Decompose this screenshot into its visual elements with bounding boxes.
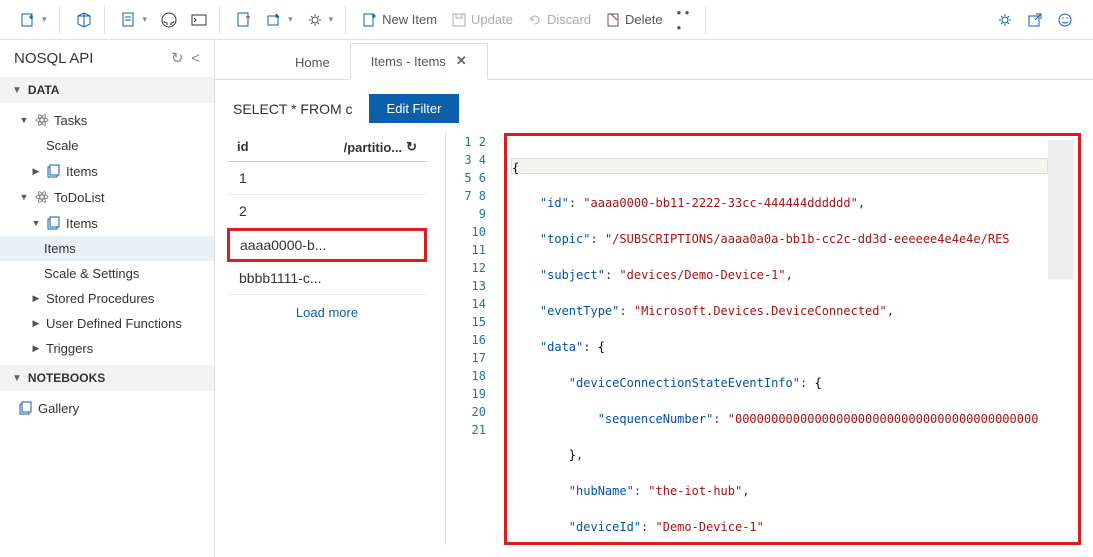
section-notebooks[interactable]: ▼ NOTEBOOKS bbox=[0, 365, 214, 391]
query-row: SELECT * FROM c Edit Filter bbox=[215, 80, 1093, 133]
container-icon bbox=[34, 189, 50, 205]
col-partition-header[interactable]: /partitio... bbox=[327, 139, 417, 155]
new-item-label: New Item bbox=[382, 12, 437, 27]
refresh-icon[interactable] bbox=[169, 50, 185, 66]
item-row-2[interactable]: 2 bbox=[227, 195, 427, 228]
cube-button[interactable] bbox=[70, 8, 98, 32]
sql-script-icon bbox=[121, 12, 137, 28]
chevron-down-icon: ▾ bbox=[329, 14, 334, 25]
col-id-header[interactable]: id bbox=[237, 139, 327, 155]
update-label: Update bbox=[471, 12, 513, 27]
database-plus-icon bbox=[20, 12, 36, 28]
delete-icon bbox=[605, 12, 621, 28]
terminal-button[interactable] bbox=[185, 8, 213, 32]
github-icon bbox=[161, 12, 177, 28]
gear-icon bbox=[997, 12, 1013, 28]
query-text: SELECT * FROM c bbox=[233, 101, 353, 117]
sidebar: NOSQL API < ▼ DATA Tasks Scale bbox=[0, 40, 215, 557]
tree-item-gallery[interactable]: Gallery bbox=[0, 395, 214, 421]
external-link-icon bbox=[1027, 12, 1043, 28]
refresh-icon[interactable] bbox=[406, 139, 417, 155]
delete-button[interactable]: Delete bbox=[599, 8, 669, 32]
settings-gear-button[interactable]: ▾ bbox=[301, 8, 340, 32]
export-icon bbox=[266, 12, 282, 28]
api-title: NOSQL API bbox=[14, 50, 93, 67]
gallery-icon bbox=[18, 400, 34, 416]
container-icon bbox=[34, 112, 50, 128]
tree-item-scale-settings[interactable]: Scale & Settings bbox=[0, 261, 214, 286]
tree-item-triggers[interactable]: Triggers bbox=[0, 336, 214, 361]
sidebar-header: NOSQL API < bbox=[0, 40, 214, 77]
chevron-down-icon: ▾ bbox=[288, 14, 293, 25]
json-editor[interactable]: { "id": "aaaa0000-bb11-2222-33cc-444444d… bbox=[504, 133, 1081, 545]
discard-label: Discard bbox=[547, 12, 591, 27]
caret-icon bbox=[18, 192, 30, 203]
chevron-down-icon: ▼ bbox=[12, 373, 22, 384]
top-toolbar: ▾ ▾ bbox=[0, 0, 1093, 40]
undo-icon bbox=[527, 12, 543, 28]
tree-item-scale[interactable]: Scale bbox=[0, 133, 214, 158]
item-row-3[interactable]: aaaa0000-b... bbox=[227, 228, 427, 262]
tab-home[interactable]: Home bbox=[275, 46, 350, 79]
section-data[interactable]: ▼ DATA bbox=[0, 77, 214, 103]
gear-plus-icon bbox=[307, 12, 323, 28]
collection-icon bbox=[46, 163, 62, 179]
chevron-down-icon: ▼ bbox=[12, 85, 22, 96]
chevron-down-icon: ▾ bbox=[143, 14, 148, 25]
items-panel: id /partitio... 1 2 aaaa0000-b... bbbb11… bbox=[227, 133, 427, 545]
panel-divider[interactable] bbox=[445, 133, 446, 545]
tree-item-udf[interactable]: User Defined Functions bbox=[0, 311, 214, 336]
tree-item-items-1[interactable]: Items bbox=[0, 158, 214, 184]
line-numbers: 1 2 3 4 5 6 7 8 9 10 11 12 13 14 15 16 1… bbox=[464, 133, 494, 545]
export-button[interactable]: ▾ bbox=[260, 8, 299, 32]
github-button[interactable] bbox=[155, 8, 183, 32]
update-button[interactable]: Update bbox=[445, 8, 519, 32]
new-item-button[interactable]: New Item bbox=[356, 8, 443, 32]
chevron-down-icon: ▾ bbox=[42, 14, 47, 25]
save-template-button[interactable] bbox=[230, 8, 258, 32]
content-area: Home Items - Items ✕ SELECT * FROM c Edi… bbox=[215, 40, 1093, 557]
tree-item-tasks[interactable]: Tasks bbox=[0, 107, 214, 133]
edit-filter-button[interactable]: Edit Filter bbox=[369, 94, 460, 123]
more-button[interactable]: • • • bbox=[671, 8, 699, 32]
minimap[interactable] bbox=[1048, 140, 1074, 538]
tree-item-items-3[interactable]: Items bbox=[0, 236, 214, 261]
smile-icon bbox=[1057, 12, 1073, 28]
caret-icon bbox=[30, 218, 42, 229]
item-row-1[interactable]: 1 bbox=[227, 162, 427, 195]
delete-label: Delete bbox=[625, 12, 663, 27]
ellipsis-icon: • • • bbox=[677, 12, 693, 28]
code-area[interactable]: { "id": "aaaa0000-bb11-2222-33cc-444444d… bbox=[511, 140, 1048, 538]
tree-item-stored-procs[interactable]: Stored Procedures bbox=[0, 286, 214, 311]
caret-icon bbox=[18, 115, 30, 126]
load-more-link[interactable]: Load more bbox=[227, 295, 427, 330]
item-row-4[interactable]: bbbb1111-c... bbox=[227, 262, 427, 295]
tab-items[interactable]: Items - Items ✕ bbox=[350, 43, 488, 80]
tree-item-todolist[interactable]: ToDoList bbox=[0, 184, 214, 210]
caret-icon bbox=[30, 293, 42, 304]
open-external-button[interactable] bbox=[1021, 8, 1049, 32]
new-item-icon bbox=[362, 12, 378, 28]
save-icon bbox=[451, 12, 467, 28]
caret-icon bbox=[30, 166, 42, 177]
settings-button[interactable] bbox=[991, 8, 1019, 32]
tree-item-items-2[interactable]: Items bbox=[0, 210, 214, 236]
feedback-button[interactable] bbox=[1051, 8, 1079, 32]
new-sql-button[interactable]: ▾ bbox=[115, 8, 154, 32]
cube-icon bbox=[76, 12, 92, 28]
collapse-icon[interactable]: < bbox=[191, 50, 200, 67]
doc-save-icon bbox=[236, 12, 252, 28]
collection-icon bbox=[46, 215, 62, 231]
new-database-button[interactable]: ▾ bbox=[14, 8, 53, 32]
caret-icon bbox=[30, 318, 42, 329]
caret-icon bbox=[30, 343, 42, 354]
tabs-row: Home Items - Items ✕ bbox=[215, 40, 1093, 80]
terminal-icon bbox=[191, 12, 207, 28]
tab-close-icon[interactable]: ✕ bbox=[456, 53, 467, 69]
discard-button[interactable]: Discard bbox=[521, 8, 597, 32]
items-header: id /partitio... bbox=[227, 133, 427, 162]
